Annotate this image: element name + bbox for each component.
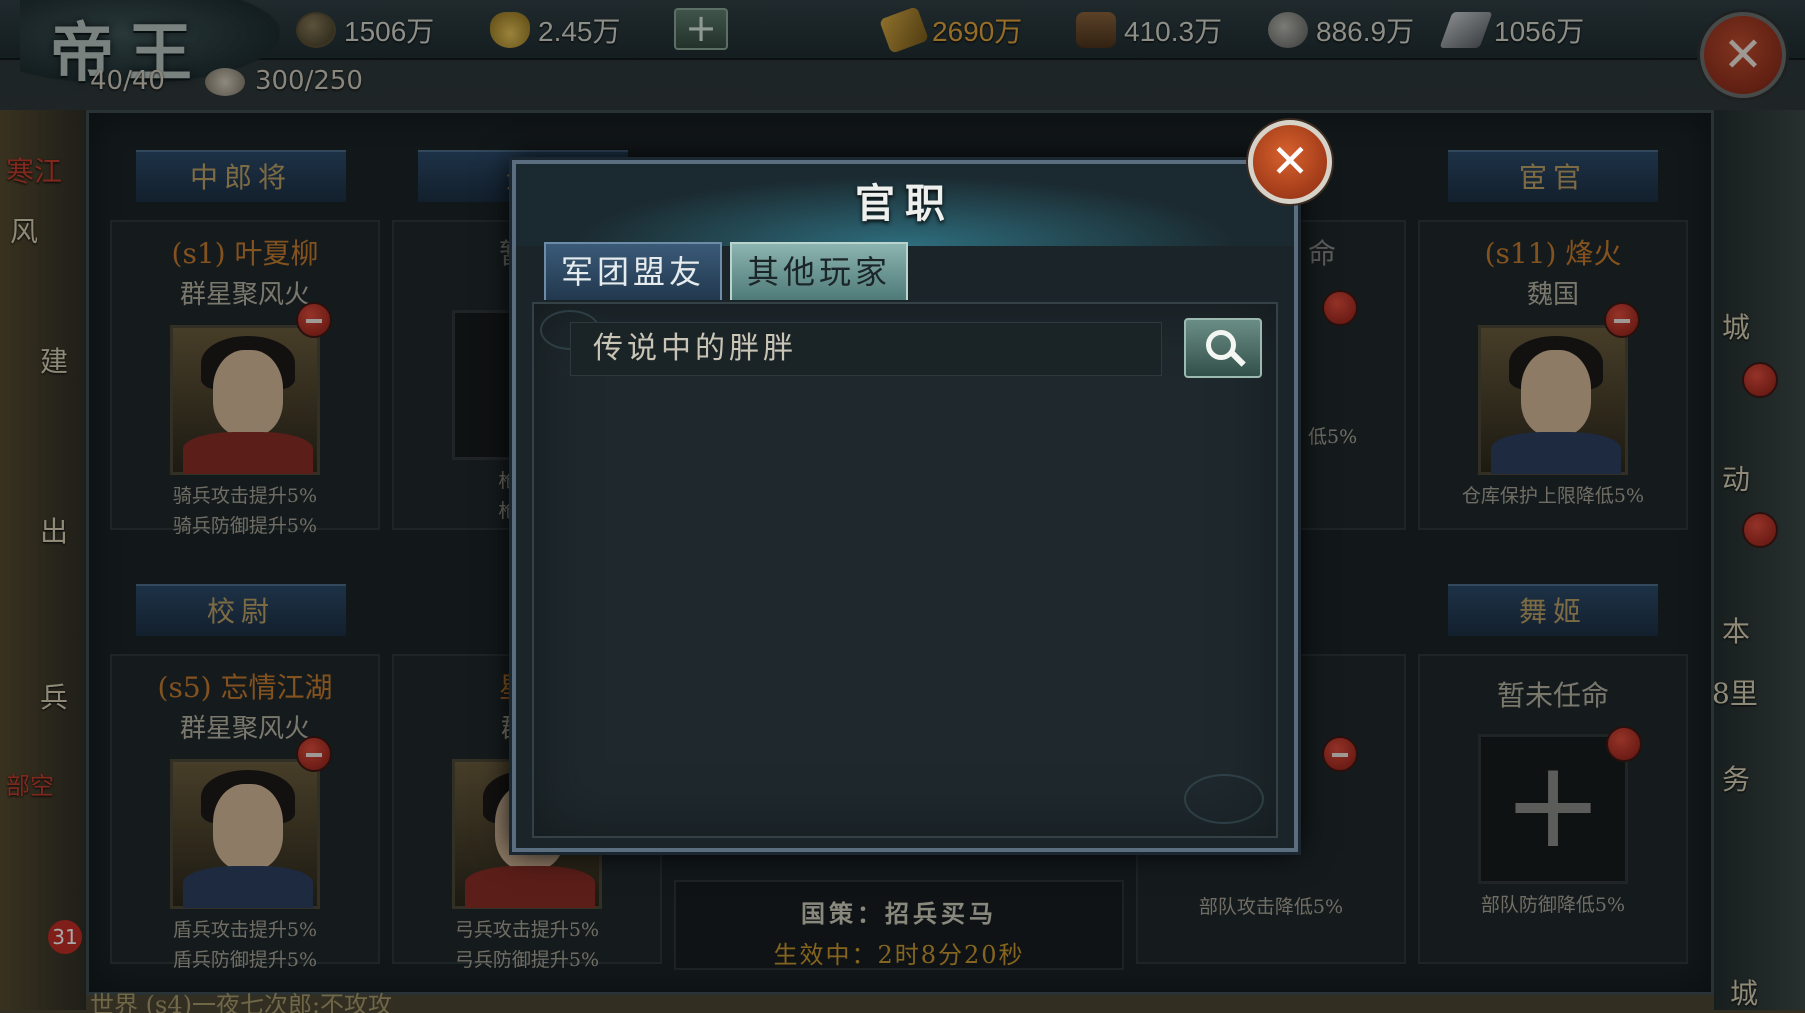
player-search-input[interactable]: 传说中的胖胖 (570, 322, 1162, 376)
office-appoint-dialog: 官职 军团盟友 其他玩家 传说中的胖胖 (512, 160, 1298, 852)
tab-other-players[interactable]: 其他玩家 (730, 242, 908, 300)
search-icon-handle (1230, 351, 1246, 367)
player-search-area: 传说中的胖胖 (532, 302, 1278, 838)
search-button[interactable] (1184, 318, 1262, 378)
dialog-title: 官职 (516, 164, 1294, 246)
cloud-ornament (1184, 774, 1264, 824)
dialog-tabs: 军团盟友 其他玩家 (544, 242, 908, 300)
tab-legion-allies[interactable]: 军团盟友 (544, 242, 722, 300)
close-dialog-button[interactable]: ✕ (1248, 120, 1332, 204)
